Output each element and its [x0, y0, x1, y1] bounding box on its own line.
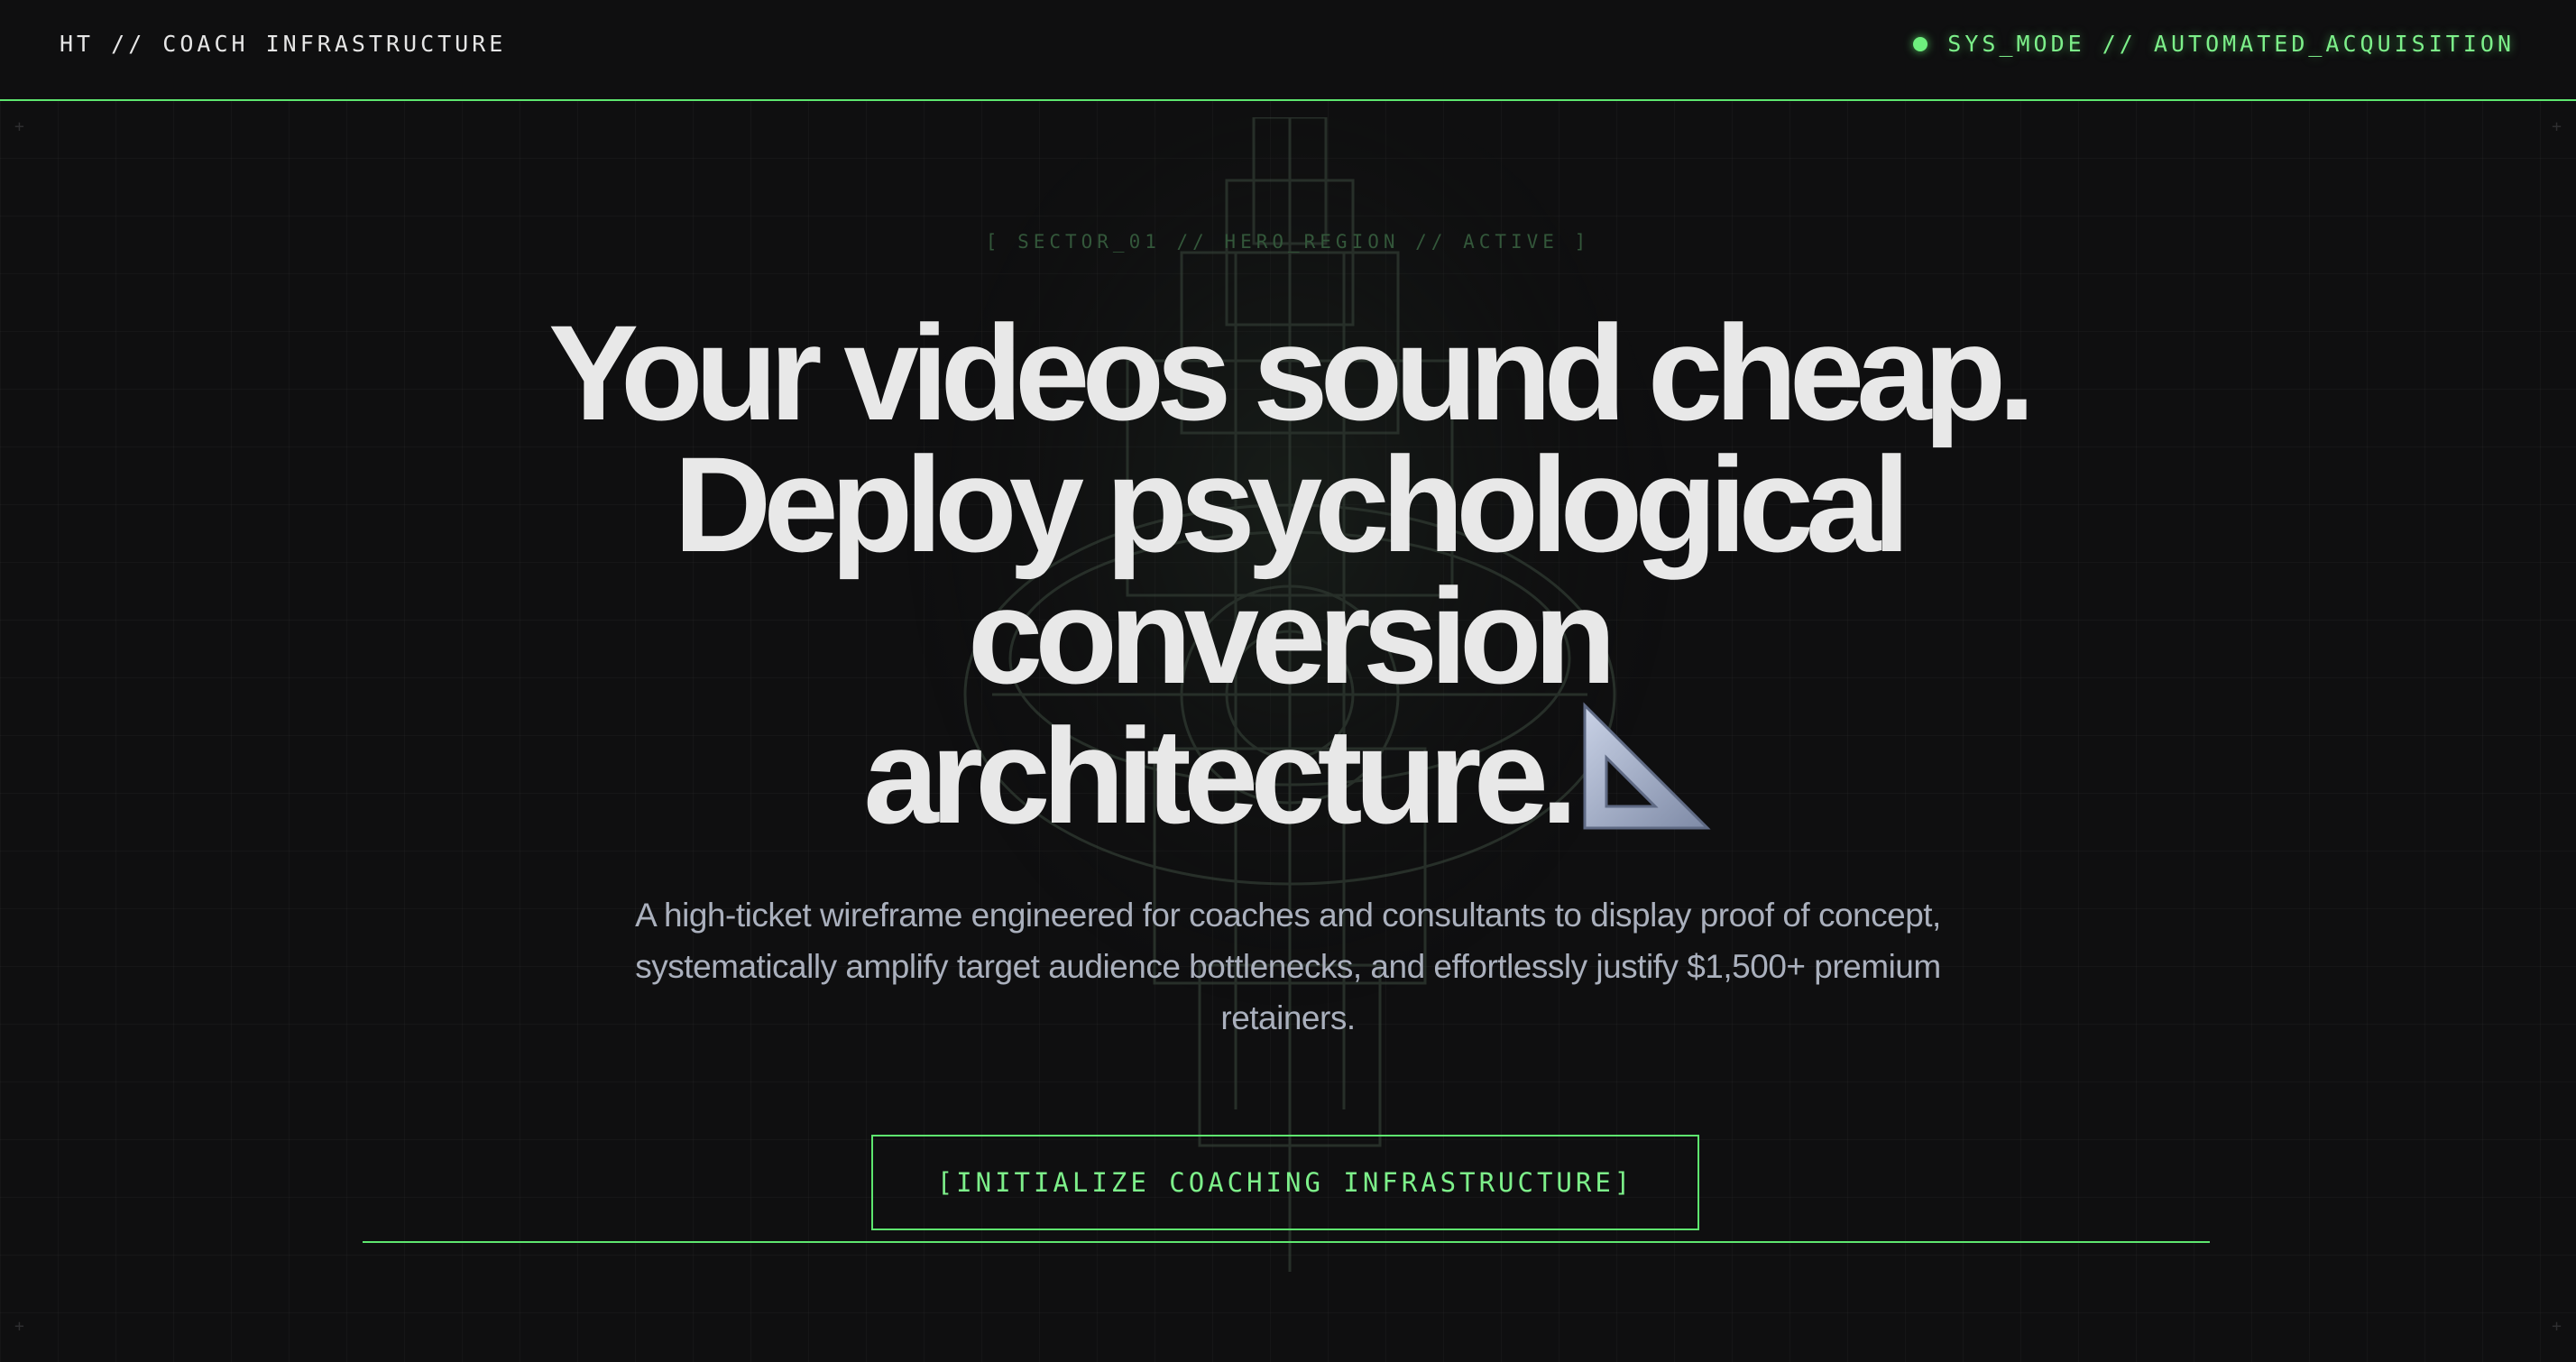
hero-subtext: A high-ticket wireframe engineered for c…: [635, 897, 1941, 1036]
corner-plus-icon: +: [14, 117, 24, 136]
headline-line-1: Your videos sound cheap.: [548, 297, 2036, 448]
system-status-text: SYS_MODE // AUTOMATED_ACQUISITION: [1947, 31, 2515, 57]
triangular-ruler-icon: [1583, 702, 1711, 830]
corner-plus-icon: +: [2552, 117, 2562, 136]
brand-logo-text[interactable]: HT // COACH INFRASTRUCTURE: [60, 31, 506, 57]
sector-label: [ SECTOR_01 // HERO_REGION // ACTIVE ]: [985, 231, 1591, 253]
system-status-indicator: SYS_MODE // AUTOMATED_ACQUISITION: [1913, 31, 2515, 57]
headline-line-4: architecture.: [386, 702, 2190, 843]
section-divider: [363, 1241, 2210, 1243]
initialize-infrastructure-button[interactable]: [INITIALIZE COACHING INFRASTRUCTURE]: [871, 1135, 1699, 1230]
headline-line-3: conversion: [967, 560, 1616, 712]
status-dot-icon: [1913, 36, 1928, 51]
headline-line-4-text: architecture.: [863, 700, 1578, 851]
corner-plus-icon: +: [14, 1317, 24, 1336]
hero-headline: Your videos sound cheap. Deploy psycholo…: [386, 297, 2190, 843]
headline-line-2: Deploy psychological: [673, 428, 1910, 580]
corner-plus-icon: +: [2552, 1317, 2562, 1336]
top-navigation-bar: HT // COACH INFRASTRUCTURE SYS_MODE // A…: [0, 0, 2576, 101]
